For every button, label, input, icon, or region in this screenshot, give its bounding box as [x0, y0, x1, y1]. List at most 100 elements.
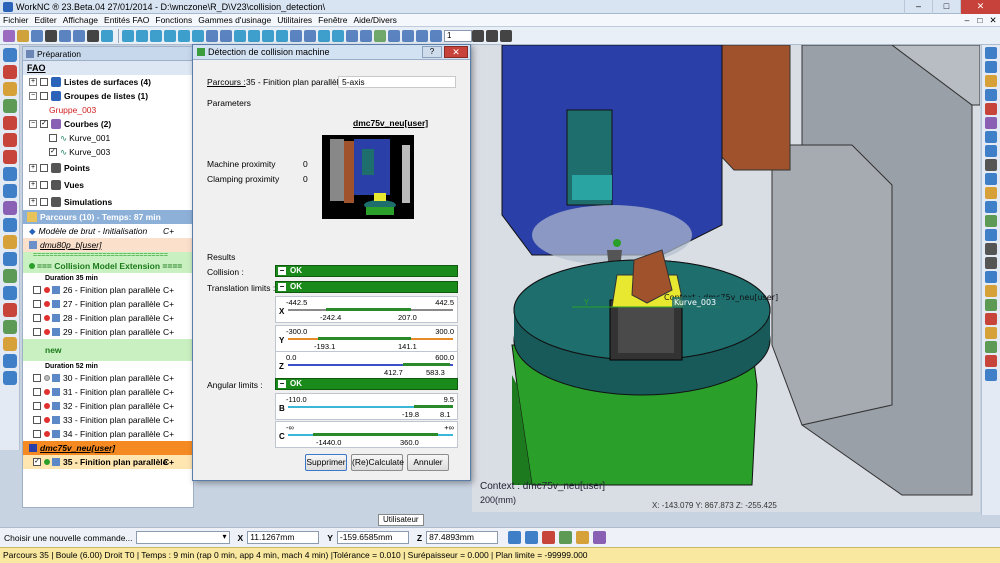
stock-model-row[interactable]: ◆ Modèle de brut - Initialisation C+	[23, 224, 193, 238]
open-folder-icon[interactable]	[17, 29, 29, 42]
z-coord-input[interactable]: 87.4893mm	[426, 531, 499, 544]
command-input[interactable]	[135, 531, 230, 544]
cancel-button[interactable]: Annuler	[407, 454, 449, 471]
toolpaths-header[interactable]: Parcours (10) - Temps: 87 min	[23, 210, 193, 224]
view-iso2-icon[interactable]	[276, 29, 288, 42]
checkbox[interactable]	[33, 300, 41, 308]
checkbox-checked[interactable]: ✓	[49, 148, 57, 156]
cube-purple-icon[interactable]	[985, 117, 997, 129]
maximize-button[interactable]: □	[932, 0, 960, 14]
expand-icon[interactable]: +	[29, 163, 37, 172]
translation-status-bar[interactable]: − OK	[275, 281, 458, 293]
toolpath-29[interactable]: 29 - Finition plan parallèle C+	[23, 325, 193, 339]
box-icon[interactable]	[985, 131, 997, 143]
color-icon[interactable]	[985, 313, 997, 325]
tree-simulations[interactable]: + Simulations	[23, 193, 193, 210]
angular-status-bar[interactable]: − OK	[275, 378, 458, 390]
snap-surface-icon[interactable]	[576, 531, 590, 544]
point-tool-icon[interactable]	[3, 218, 17, 232]
menu-fonctions[interactable]: Fonctions	[152, 15, 195, 25]
menu-entites-fao[interactable]: Entités FAO	[101, 15, 152, 25]
toolpath-tool-icon[interactable]	[3, 99, 17, 113]
collapse-icon[interactable]: −	[278, 380, 286, 388]
verify-icon[interactable]	[3, 269, 17, 283]
postprocess-icon[interactable]	[3, 252, 17, 266]
tree-kurve-003[interactable]: ✓ ∿ Kurve_003	[23, 145, 193, 159]
tree-list-groups[interactable]: − Groupes de listes (1)	[23, 89, 193, 103]
expand-icon[interactable]: +	[29, 78, 37, 86]
drilling-icon[interactable]	[3, 167, 17, 181]
save-icon[interactable]	[31, 29, 43, 42]
checkbox[interactable]	[40, 197, 48, 206]
checkbox[interactable]	[33, 402, 41, 410]
machine-row-dmc75v[interactable]: dmc75v_neu[user]	[23, 441, 193, 455]
network-icon[interactable]	[3, 371, 17, 385]
viewport-tab-user[interactable]: Utilisateur	[378, 514, 424, 526]
toolpath-35-selected[interactable]: ✓ 35 - Finition plan parallèle C+	[23, 455, 193, 469]
curve-right-icon[interactable]	[985, 341, 997, 353]
clamping-proximity-value[interactable]: 0	[303, 174, 308, 184]
checkbox[interactable]	[33, 314, 41, 322]
surface-tool-icon[interactable]	[3, 48, 17, 62]
wireframe-icon[interactable]	[220, 29, 232, 42]
settings-tool-icon[interactable]	[3, 303, 17, 317]
snap-point-icon[interactable]	[542, 531, 556, 544]
dialog-close-button[interactable]: ✕	[444, 46, 468, 58]
machining-icon[interactable]	[3, 116, 17, 130]
new-group-row[interactable]: new	[23, 339, 193, 361]
checkbox[interactable]	[40, 163, 48, 172]
cube-blue-icon[interactable]	[985, 89, 997, 101]
menu-gammes[interactable]: Gammes d'usinage	[195, 15, 274, 25]
section-right-icon[interactable]	[985, 271, 997, 283]
tree-curves[interactable]: − ✓ Courbes (2)	[23, 117, 193, 131]
zoom-window-icon[interactable]	[388, 29, 400, 42]
parcours-field[interactable]: 5-axis	[338, 76, 456, 88]
mdi-maximize-button[interactable]: □	[975, 15, 985, 26]
view-back-icon[interactable]	[178, 29, 190, 42]
menu-utilitaires[interactable]: Utilitaires	[274, 15, 315, 25]
filter-icon[interactable]	[985, 215, 997, 227]
delete-button[interactable]: Supprimer	[305, 454, 347, 471]
x-coord-input[interactable]: 11.1267mm	[247, 531, 320, 544]
simulation-tool-icon[interactable]	[3, 235, 17, 249]
view-top-right-icon[interactable]	[985, 61, 997, 73]
toolpath-31[interactable]: 31 - Finition plan parallèle C+	[23, 385, 193, 399]
zoom-in-icon[interactable]	[430, 29, 442, 42]
toolpath-34[interactable]: 34 - Finition plan parallèle C+	[23, 427, 193, 441]
zoom-all-icon[interactable]	[374, 29, 386, 42]
pan-icon[interactable]	[416, 29, 428, 42]
zoom-dropdown-icon[interactable]	[472, 29, 484, 42]
close-button[interactable]: ✕	[960, 0, 1000, 14]
pin-icon[interactable]	[26, 49, 34, 58]
toolpath-32[interactable]: 32 - Finition plan parallèle C+	[23, 399, 193, 413]
finishing-icon[interactable]	[3, 150, 17, 164]
cube-yellow-icon[interactable]	[985, 75, 997, 87]
machine-row-dmu80p[interactable]: dmu80p_b[user]	[23, 238, 193, 252]
new-icon[interactable]	[3, 29, 15, 42]
view-front-right-icon[interactable]	[985, 47, 997, 59]
tree-points[interactable]: + Points	[23, 159, 193, 176]
grid-icon[interactable]	[87, 29, 99, 42]
tree-kurve-001[interactable]: ∿ Kurve_001	[23, 131, 193, 145]
checkbox-checked[interactable]: ✓	[40, 120, 48, 128]
wire-icon[interactable]	[985, 159, 997, 171]
hide-icon[interactable]	[985, 243, 997, 255]
light-icon[interactable]	[985, 187, 997, 199]
toolpath-27[interactable]: 27 - Finition plan parallèle C+	[23, 297, 193, 311]
snap-curve-icon[interactable]	[559, 531, 573, 544]
checkbox[interactable]	[33, 286, 41, 294]
render-icon[interactable]	[985, 145, 997, 157]
checkbox[interactable]	[33, 416, 41, 424]
show-icon[interactable]	[985, 257, 997, 269]
view-cube-icon[interactable]	[122, 29, 134, 42]
layer-icon[interactable]	[985, 173, 997, 185]
snap-center-icon[interactable]	[593, 531, 607, 544]
workzone-icon[interactable]	[3, 337, 17, 351]
axis-arrows-icon[interactable]	[985, 355, 997, 367]
zoom-plus-icon[interactable]	[500, 29, 512, 42]
rotate-icon[interactable]	[402, 29, 414, 42]
snap-icon[interactable]	[525, 531, 539, 544]
five-axis-icon[interactable]	[3, 184, 17, 198]
collapse-icon[interactable]: −	[278, 267, 286, 275]
view-front-icon[interactable]	[150, 29, 162, 42]
